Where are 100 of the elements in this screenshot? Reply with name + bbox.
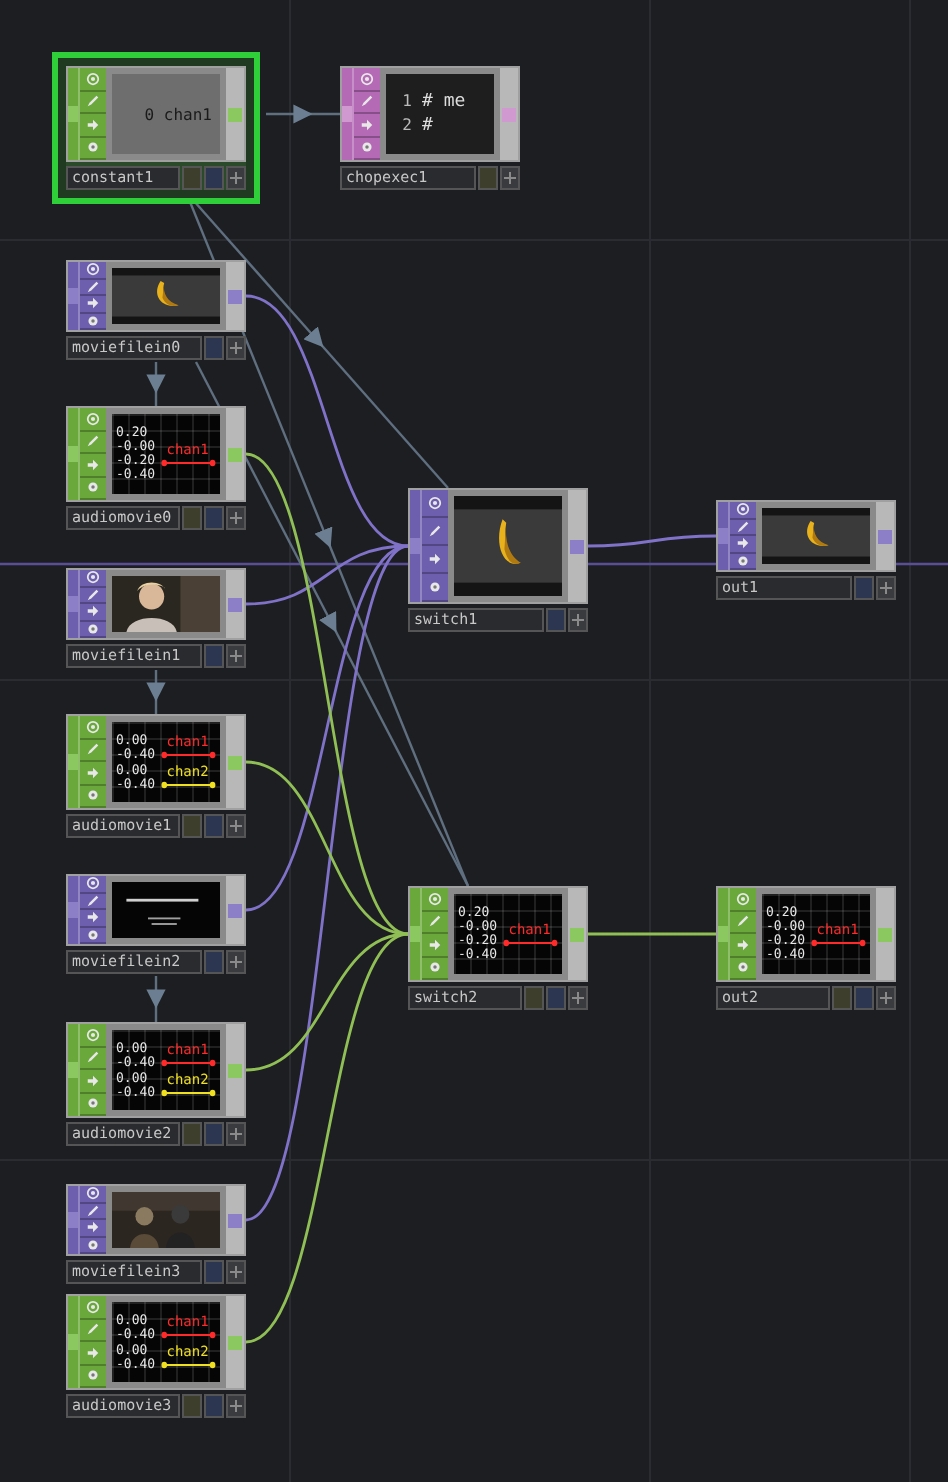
flag-toggle[interactable] (478, 166, 498, 190)
pencil-icon[interactable] (86, 1203, 100, 1218)
flag-toggle[interactable] (204, 1122, 224, 1146)
flag-toggle[interactable] (182, 166, 202, 190)
target-icon[interactable] (86, 71, 100, 86)
input-port[interactable] (68, 1062, 78, 1078)
arrow-icon[interactable] (428, 552, 442, 566)
output-port[interactable] (878, 529, 892, 543)
flag-toggle[interactable] (524, 986, 544, 1010)
pencil-icon[interactable] (736, 519, 750, 534)
target-icon[interactable] (86, 570, 100, 585)
target-icon[interactable] (428, 891, 442, 906)
pencil-icon[interactable] (428, 524, 442, 538)
arrow-icon[interactable] (86, 296, 100, 311)
expand-button[interactable] (226, 814, 246, 838)
flag-toggle[interactable] (546, 608, 566, 632)
flag-toggle[interactable] (832, 986, 852, 1010)
arrow-icon[interactable] (360, 117, 374, 132)
target-icon[interactable] (86, 1027, 100, 1042)
output-port[interactable] (228, 1213, 242, 1227)
arrow-icon[interactable] (736, 937, 750, 952)
target-icon[interactable] (86, 262, 100, 277)
flag-toggle[interactable] (182, 1122, 202, 1146)
expand-button[interactable] (226, 336, 246, 360)
input-port[interactable] (68, 902, 78, 918)
plus-icon (230, 650, 242, 662)
input-port[interactable] (68, 288, 78, 304)
flag-toggle[interactable] (204, 644, 224, 668)
plus-icon (230, 820, 242, 832)
input-port[interactable] (410, 926, 420, 942)
pencil-icon[interactable] (86, 587, 100, 602)
pencil-icon[interactable] (360, 94, 374, 109)
output-port[interactable] (228, 903, 242, 917)
arrow-icon[interactable] (86, 117, 100, 132)
flag-toggle[interactable] (204, 336, 224, 360)
target-icon[interactable] (86, 411, 100, 426)
flag-toggle[interactable] (182, 1394, 202, 1418)
line-number: 2 (400, 116, 412, 136)
flag-toggle[interactable] (204, 166, 224, 190)
flag-toggle[interactable] (204, 950, 224, 974)
target-icon[interactable] (736, 891, 750, 906)
arrow-icon[interactable] (86, 604, 100, 619)
flag-toggle[interactable] (546, 986, 566, 1010)
expand-button[interactable] (226, 1122, 246, 1146)
arrow-icon[interactable] (86, 1345, 100, 1360)
target-icon[interactable] (86, 1299, 100, 1314)
expand-button[interactable] (500, 166, 520, 190)
plus-icon (230, 172, 242, 184)
arrow-icon[interactable] (86, 765, 100, 780)
input-port[interactable] (68, 596, 78, 612)
arrow-icon[interactable] (428, 937, 442, 952)
input-port[interactable] (68, 1334, 78, 1350)
expand-button[interactable] (226, 950, 246, 974)
expand-button[interactable] (226, 644, 246, 668)
target-icon[interactable] (360, 71, 374, 86)
arrow-icon[interactable] (86, 1073, 100, 1088)
output-port[interactable] (228, 289, 242, 303)
input-port[interactable] (68, 1212, 78, 1228)
target-icon[interactable] (86, 876, 100, 891)
expand-button[interactable] (226, 166, 246, 190)
target-icon[interactable] (86, 1186, 100, 1201)
pencil-icon[interactable] (86, 893, 100, 908)
plus-icon (880, 582, 892, 594)
input-port[interactable] (342, 106, 352, 122)
flag-toggle[interactable] (204, 506, 224, 530)
flag-toggle[interactable] (182, 506, 202, 530)
plus-icon (880, 992, 892, 1004)
flag-toggle[interactable] (204, 814, 224, 838)
flag-toggle[interactable] (182, 814, 202, 838)
target-icon[interactable] (736, 502, 750, 517)
network-canvas[interactable] (0, 0, 948, 1482)
expand-button[interactable] (568, 986, 588, 1010)
arrow-icon[interactable] (86, 910, 100, 925)
reference-link (146, 670, 166, 714)
input-port[interactable] (68, 446, 78, 462)
pencil-icon[interactable] (86, 279, 100, 294)
arrow-icon[interactable] (86, 457, 100, 472)
output-port[interactable] (570, 539, 584, 553)
connector-wire (588, 534, 716, 548)
flag-toggle[interactable] (854, 986, 874, 1010)
expand-button[interactable] (226, 506, 246, 530)
flag-toggle[interactable] (204, 1394, 224, 1418)
input-port[interactable] (68, 754, 78, 770)
expand-button[interactable] (876, 986, 896, 1010)
flag-toggle[interactable] (854, 576, 874, 600)
target-icon[interactable] (428, 496, 442, 510)
flag-toggle[interactable] (204, 1260, 224, 1284)
input-port[interactable] (718, 528, 728, 544)
expand-button[interactable] (226, 1260, 246, 1284)
input-port[interactable] (410, 538, 420, 554)
reference-link (146, 362, 166, 406)
output-port[interactable] (228, 597, 242, 611)
target-icon[interactable] (86, 719, 100, 734)
expand-button[interactable] (226, 1394, 246, 1418)
arrow-icon[interactable] (736, 536, 750, 551)
input-port[interactable] (718, 926, 728, 942)
expand-button[interactable] (568, 608, 588, 632)
expand-button[interactable] (876, 576, 896, 600)
input-port[interactable] (68, 106, 78, 122)
arrow-icon[interactable] (86, 1220, 100, 1235)
